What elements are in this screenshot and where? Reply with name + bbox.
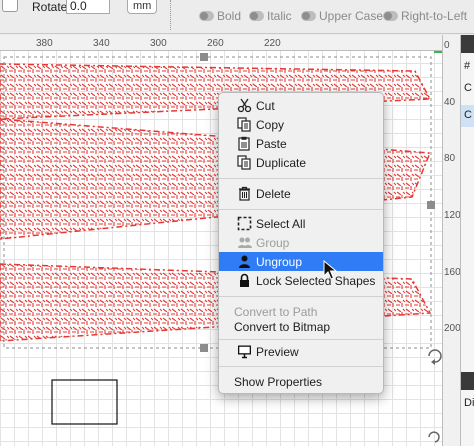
paste-icon	[236, 136, 252, 152]
monitor-icon	[236, 344, 252, 360]
menu-item-label: Copy	[256, 117, 285, 132]
menu-item-label: Paste	[256, 136, 287, 151]
italic-toggle[interactable]: Italic	[249, 9, 292, 23]
select-all-icon	[236, 216, 252, 232]
bold-toggle[interactable]: Bold	[199, 9, 241, 23]
panel-selected-row[interactable]: C	[461, 105, 474, 127]
right-to-left-toggle-label: Right-to-Left	[401, 9, 468, 23]
menu-item-label: Show Properties	[234, 374, 323, 389]
menu-separator	[219, 209, 383, 210]
ruler-tick: 120	[444, 210, 461, 221]
user-icon	[236, 254, 252, 270]
upper-case-toggle-label: Upper Case	[319, 9, 384, 23]
menu-item-label: Convert to Bitmap	[234, 319, 331, 334]
panel-header	[461, 372, 474, 390]
ruler-tick: 260	[207, 38, 224, 49]
italic-toggle-label: Italic	[267, 9, 292, 23]
panel-item: #	[464, 60, 471, 72]
panel-item[interactable]: C	[464, 82, 472, 94]
menu-item-label: Delete	[256, 186, 291, 201]
mouse-cursor-icon	[323, 260, 337, 280]
unit-select[interactable]: mm	[127, 0, 158, 14]
toolbar-separator	[170, 0, 171, 30]
selection-handle[interactable]	[427, 201, 435, 209]
menu-separator	[219, 296, 383, 297]
menu-item-cut[interactable]: Cut	[219, 96, 383, 115]
ruler-tick: 40	[444, 97, 456, 108]
menu-item-group: Group	[219, 233, 383, 252]
menu-item-delete[interactable]: Delete	[219, 184, 383, 203]
menu-item-lock-shapes[interactable]: Lock Selected Shapes	[219, 271, 383, 290]
toggle-switch-icon	[249, 11, 264, 21]
menu-item-select-all[interactable]: Select All	[219, 214, 383, 233]
menu-item-label: Duplicate	[256, 155, 307, 170]
trash-icon	[236, 186, 252, 202]
ruler-tick: 160	[444, 267, 461, 278]
rotate-input[interactable]: 0.0	[66, 0, 110, 14]
vertical-ruler: 0 40 80 120 160 200	[442, 35, 461, 446]
duplicate-icon	[236, 155, 252, 171]
ruler-tick: 300	[150, 38, 167, 49]
menu-separator	[219, 366, 383, 367]
right-panel: # C C Di	[460, 35, 474, 446]
menu-separator	[219, 339, 383, 340]
menu-item-copy[interactable]: Copy	[219, 115, 383, 134]
upper-case-toggle[interactable]: Upper Case	[301, 9, 383, 23]
rotate-handle-icon[interactable]	[428, 349, 442, 365]
menu-item-ungroup[interactable]: Ungroup	[219, 252, 383, 271]
ruler-tick: 380	[36, 38, 53, 49]
menu-item-convert-to-bitmap[interactable]: Convert to Bitmap	[219, 317, 383, 336]
menu-item-preview[interactable]: Preview	[219, 342, 383, 361]
menu-item-label: Select All	[256, 216, 306, 231]
lock-icon	[236, 273, 252, 289]
corner-handle[interactable]	[434, 51, 442, 53]
panel-item: C	[464, 109, 472, 121]
ruler-tick: 220	[264, 38, 281, 49]
ruler-tick: 0	[444, 40, 450, 51]
panel-header	[461, 35, 474, 53]
group-users-icon	[236, 235, 252, 251]
menu-item-label: Ungroup	[256, 254, 303, 269]
menu-item-label: Cut	[256, 98, 275, 113]
menu-item-duplicate[interactable]: Duplicate	[219, 153, 383, 172]
scissors-icon	[236, 98, 252, 114]
context-menu: Cut Copy Paste Duplicate Delete Select A…	[218, 92, 384, 394]
menu-item-label: Lock Selected Shapes	[256, 273, 376, 288]
menu-item-paste[interactable]: Paste	[219, 134, 383, 153]
toolbar: Rotate 0.0 mm Bold Italic Upper Case Rig…	[0, 0, 474, 34]
selection-handle[interactable]	[200, 53, 208, 61]
menu-item-show-properties[interactable]: Show Properties	[219, 372, 383, 391]
toggle-switch-icon	[199, 11, 214, 21]
menu-item-label: Group	[256, 235, 290, 250]
copy-icon	[236, 117, 252, 133]
right-to-left-toggle[interactable]: Right-to-Left	[383, 9, 467, 23]
menu-separator	[219, 178, 383, 179]
horizontal-ruler: 380 340 300 260 220	[0, 35, 442, 51]
panel-item: Di	[464, 397, 474, 409]
rotate-handle-icon[interactable]	[428, 431, 440, 443]
toggle-switch-icon	[301, 11, 316, 21]
ruler-tick: 80	[444, 153, 456, 164]
menu-item-label: Preview	[256, 344, 299, 359]
ruler-tick: 340	[93, 38, 110, 49]
toolbar-checkbox[interactable]	[2, 0, 18, 12]
rotate-label: Rotate	[32, 0, 68, 14]
selection-handle[interactable]	[200, 344, 208, 352]
toggle-switch-icon	[383, 11, 398, 21]
ruler-tick: 200	[444, 323, 461, 334]
bold-toggle-label: Bold	[217, 9, 242, 23]
rectangle-shape[interactable]	[51, 379, 118, 425]
app-window: Rotate 0.0 mm Bold Italic Upper Case Rig…	[0, 0, 474, 446]
